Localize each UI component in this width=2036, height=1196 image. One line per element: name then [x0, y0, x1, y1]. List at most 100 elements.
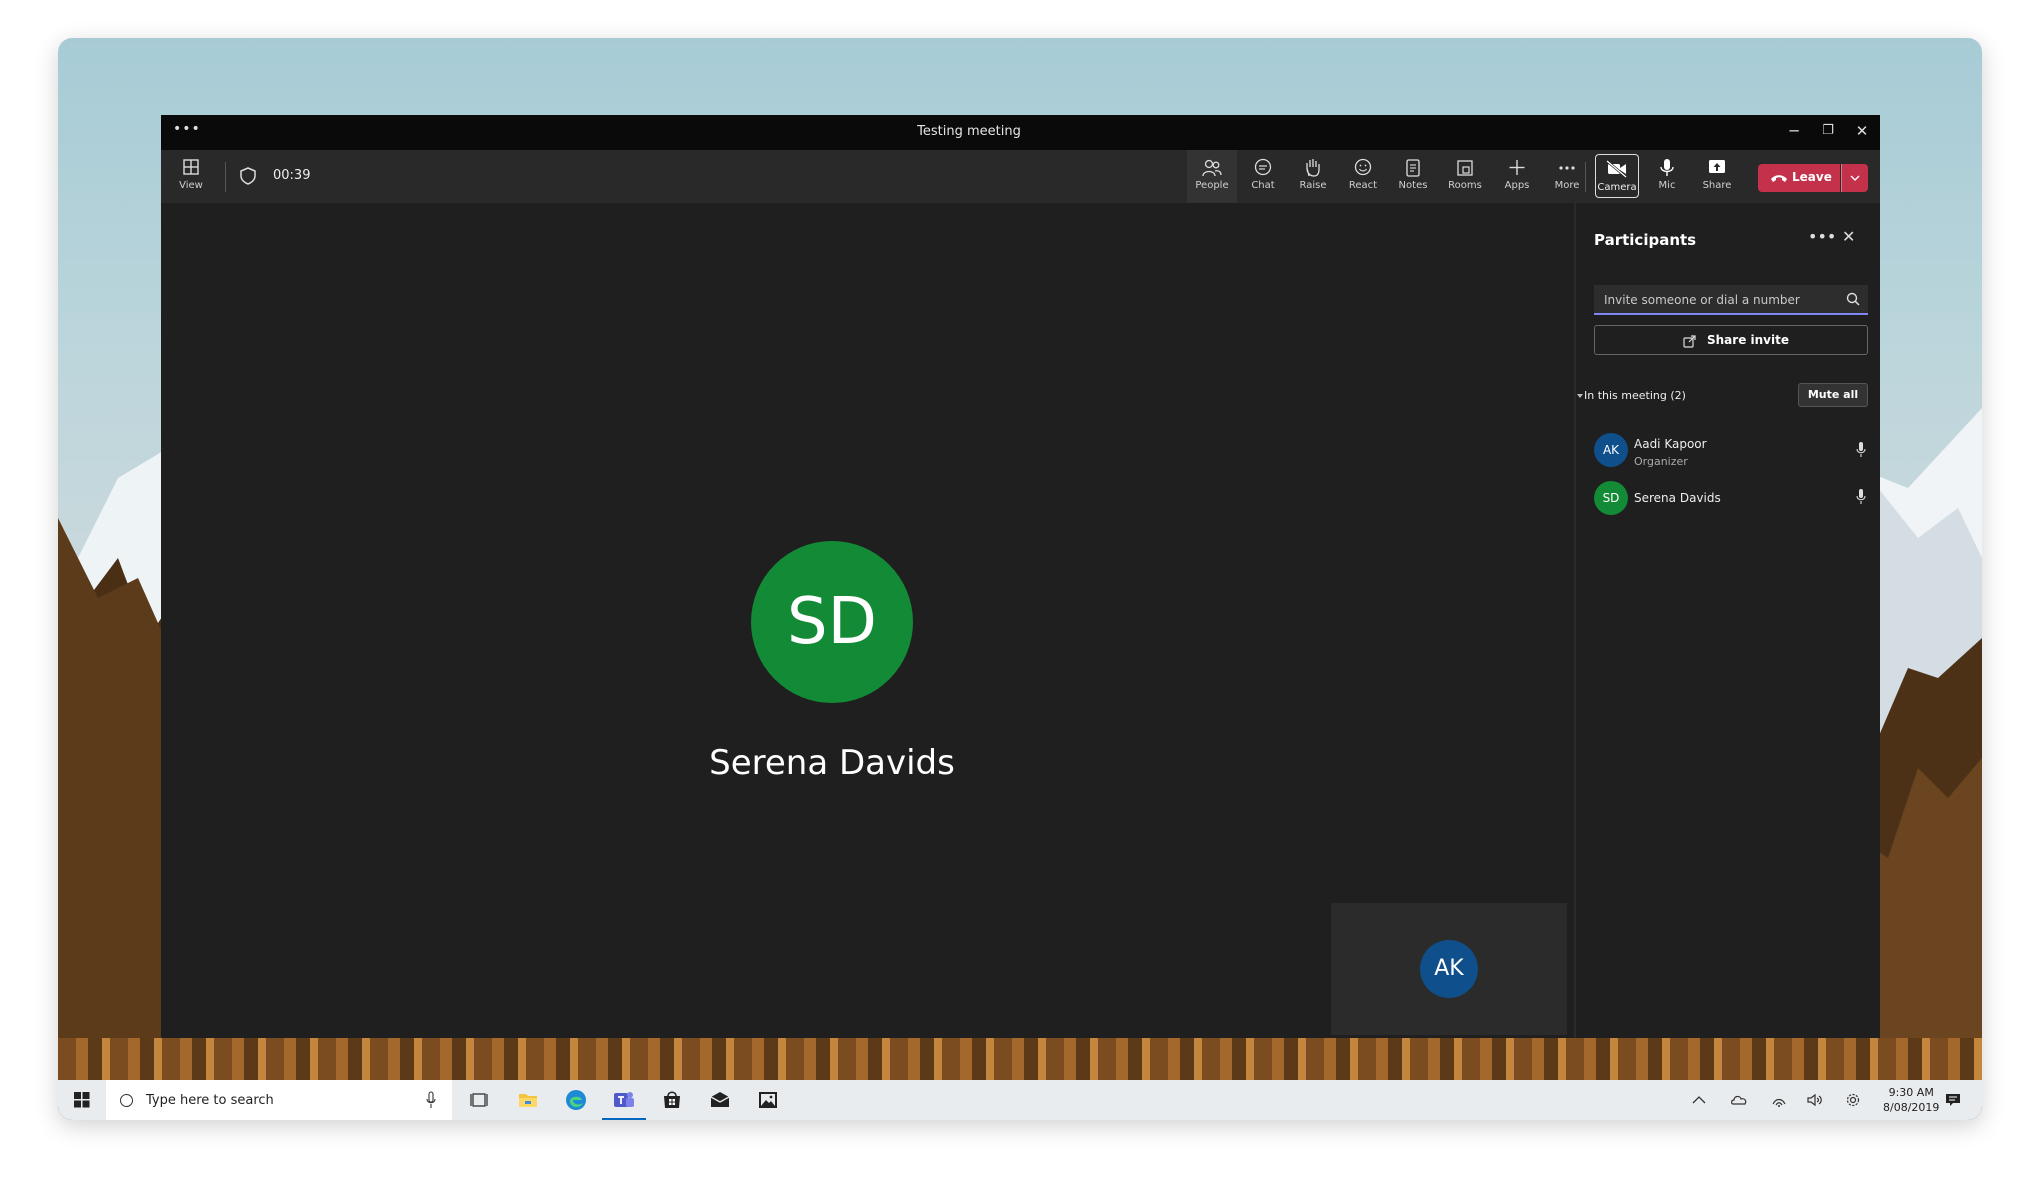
notification-center-icon[interactable]	[1944, 1092, 1962, 1108]
leave-options-dropdown[interactable]	[1841, 164, 1868, 192]
chat-button[interactable]: Chat	[1239, 150, 1287, 203]
taskbar-search-placeholder: Type here to search	[146, 1093, 274, 1108]
mic-button[interactable]: Mic	[1645, 150, 1689, 203]
title-bar: ••• Testing meeting ─ ❐ ✕	[161, 115, 1880, 150]
share-button[interactable]: Share	[1695, 150, 1739, 203]
raise-hand-button[interactable]: Raise	[1289, 150, 1337, 203]
apps-button[interactable]: Apps	[1493, 150, 1541, 203]
restore-button[interactable]: ❐	[1816, 119, 1840, 143]
self-video-tile[interactable]: AK	[1331, 903, 1567, 1035]
file-explorer-icon[interactable]	[516, 1088, 540, 1112]
notes-button[interactable]: Notes	[1389, 150, 1437, 203]
clock-time: 9:30 AM	[1888, 1086, 1934, 1099]
invite-field[interactable]	[1594, 285, 1868, 315]
hand-icon	[1306, 159, 1320, 177]
share-screen-icon	[1709, 160, 1725, 173]
meeting-timer: 00:39	[273, 168, 311, 183]
rooms-icon	[1457, 160, 1473, 176]
meeting-toolbar: View 00:39 People Chat Raise React Notes…	[161, 150, 1880, 203]
camera-off-icon	[1606, 160, 1627, 178]
close-window-button[interactable]: ✕	[1850, 119, 1874, 143]
mail-icon[interactable]	[708, 1088, 732, 1112]
toolbar-divider	[1585, 162, 1586, 192]
avatar: SD	[1594, 481, 1628, 515]
people-icon	[1202, 159, 1222, 177]
participant-role: Organizer	[1634, 455, 1688, 468]
wallpaper-forest-strip	[58, 1038, 1982, 1080]
video-stage: SD Serena Davids AK	[161, 203, 1574, 1038]
settings-gear-icon[interactable]	[1844, 1092, 1862, 1108]
panel-more-button[interactable]: •••	[1808, 227, 1836, 246]
participant-row[interactable]: AK Aadi Kapoor Organizer	[1594, 433, 1874, 473]
network-icon[interactable]	[1770, 1092, 1788, 1108]
view-button[interactable]: View	[171, 150, 211, 203]
raise-label: Raise	[1299, 180, 1327, 191]
minimize-button[interactable]: ─	[1782, 119, 1806, 143]
teams-taskbar-button[interactable]	[602, 1088, 646, 1120]
notes-icon	[1406, 159, 1420, 177]
rooms-button[interactable]: Rooms	[1439, 150, 1491, 203]
people-button[interactable]: People	[1187, 150, 1237, 203]
camera-label: Camera	[1597, 182, 1637, 193]
self-avatar: AK	[1420, 940, 1478, 998]
shield-icon	[240, 167, 256, 185]
chat-icon	[1254, 158, 1272, 176]
react-label: React	[1348, 180, 1378, 191]
desktop: ••• Testing meeting ─ ❐ ✕ View 00:39 Peo…	[58, 38, 1982, 1120]
cortana-icon	[120, 1094, 133, 1107]
clock-date: 8/08/2019	[1883, 1101, 1940, 1114]
share-invite-button[interactable]: Share invite	[1594, 325, 1868, 355]
microphone-icon	[1856, 442, 1866, 457]
emoji-icon	[1354, 158, 1372, 176]
panel-close-button[interactable]: ✕	[1842, 227, 1855, 246]
participant-name: Aadi Kapoor	[1634, 437, 1707, 451]
mic-label: Mic	[1658, 180, 1676, 191]
main-participant-avatar: SD	[751, 541, 913, 703]
more-label: More	[1554, 180, 1580, 191]
teams-meeting-window: ••• Testing meeting ─ ❐ ✕ View 00:39 Peo…	[161, 115, 1880, 1038]
notes-label: Notes	[1398, 180, 1428, 191]
microphone-icon	[1660, 159, 1674, 176]
onedrive-icon[interactable]	[1730, 1092, 1748, 1108]
share-invite-label: Share invite	[1707, 333, 1789, 347]
windows-taskbar: Type here to search 9:30 AM 8/08/2019	[58, 1080, 1982, 1120]
participant-row[interactable]: SD Serena Davids	[1594, 481, 1874, 521]
teams-icon	[614, 1092, 634, 1107]
system-clock[interactable]: 9:30 AM 8/08/2019	[1883, 1085, 1939, 1115]
react-button[interactable]: React	[1339, 150, 1387, 203]
chevron-up-icon[interactable]	[1690, 1092, 1708, 1108]
toolbar-divider	[225, 162, 226, 192]
task-view-icon[interactable]	[468, 1088, 492, 1112]
leave-button[interactable]: Leave	[1758, 164, 1840, 192]
chat-label: Chat	[1251, 180, 1275, 191]
hang-up-icon	[1771, 175, 1787, 182]
mute-all-button[interactable]: Mute all	[1798, 383, 1868, 407]
rooms-label: Rooms	[1448, 180, 1482, 191]
participant-name: Serena Davids	[1634, 491, 1721, 505]
edge-browser-icon[interactable]	[564, 1088, 588, 1112]
more-icon	[1559, 166, 1575, 170]
more-button[interactable]: More	[1543, 150, 1591, 203]
leave-label: Leave	[1792, 170, 1832, 184]
plus-icon	[1509, 160, 1525, 175]
apps-label: Apps	[1504, 180, 1530, 191]
photos-icon[interactable]	[756, 1088, 780, 1112]
panel-title: Participants	[1594, 231, 1697, 249]
camera-button[interactable]: Camera	[1595, 154, 1639, 198]
invite-input[interactable]	[1604, 290, 1834, 310]
window-title: Testing meeting	[917, 124, 1021, 139]
avatar: AK	[1594, 433, 1628, 467]
volume-icon[interactable]	[1806, 1092, 1824, 1108]
taskbar-search[interactable]: Type here to search	[106, 1080, 452, 1120]
collapse-caret-icon[interactable]	[1576, 392, 1584, 400]
participants-panel: Participants ••• ✕ Share invite In this …	[1574, 203, 1880, 1038]
grid-view-icon	[183, 159, 199, 175]
in-meeting-header: In this meeting (2)	[1584, 389, 1686, 402]
windows-start-icon[interactable]	[74, 1092, 90, 1108]
share-label: Share	[1702, 180, 1732, 191]
microphone-icon	[1856, 489, 1866, 504]
microphone-icon[interactable]	[426, 1091, 436, 1109]
search-icon	[1846, 292, 1860, 306]
store-icon[interactable]	[660, 1088, 684, 1112]
share-icon	[1683, 335, 1696, 348]
